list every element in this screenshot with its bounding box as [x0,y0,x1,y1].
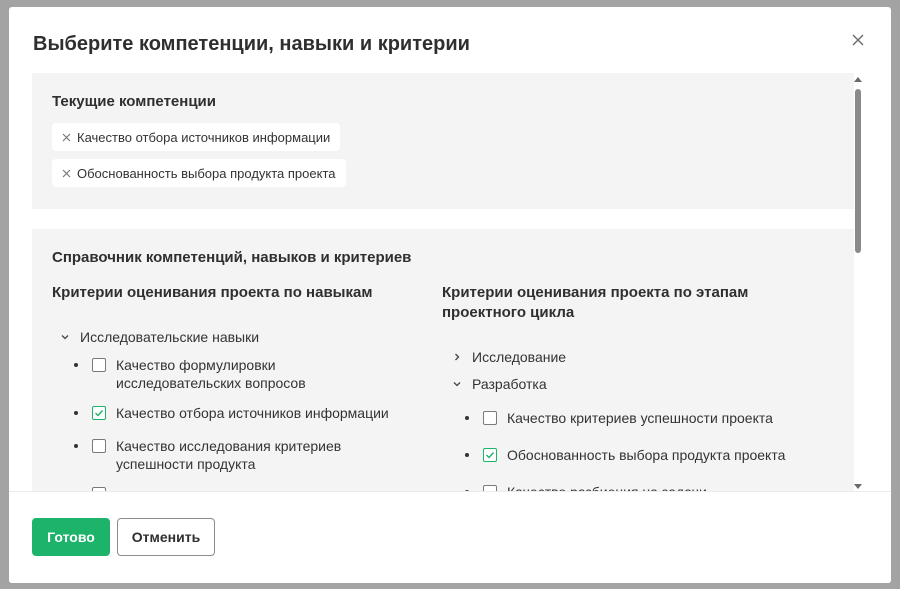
close-icon [62,169,70,177]
catalog-panel: Справочник компетенций, навыков и критер… [32,229,854,491]
stages-criteria-heading: Критерии оценивания проекта по этапам пр… [442,284,749,321]
criterion-label: Качество критериев успешности проекта [507,410,773,426]
tree-group-label: Разработка [472,376,547,392]
criterion-checkbox[interactable] [92,439,106,453]
competency-modal: Выберите компетенции, навыки и критерии … [9,7,891,583]
remove-chip-button[interactable] [60,167,72,179]
tree-group-research[interactable]: Исследование [450,349,566,365]
criterion-checkbox[interactable] [483,411,497,425]
checkmark-icon [486,452,495,459]
modal-title: Выберите компетенции, навыки и критерии [33,33,470,55]
criterion-item: Качество исследования критериев успешнос… [74,437,396,473]
tree-group-label: Исследование [472,349,567,365]
criterion-checkbox[interactable] [483,448,497,462]
current-competencies-panel: Текущие компетенции Качество отбора исто… [32,73,854,209]
skills-criteria-heading: Критерии оценивания проекта по навыкам [52,284,373,301]
tree-group-development[interactable]: Разработка [450,376,547,392]
bullet [465,416,469,420]
criterion-label: Качество разбиения на задачи [507,483,787,491]
chevron-right-icon[interactable] [450,350,464,364]
modal-scroll-area[interactable]: Текущие компетенции Качество отбора исто… [32,73,854,491]
current-competencies-heading: Текущие компетенции [52,93,216,110]
done-button[interactable]: Готово [32,518,110,556]
tree-group-research-skills[interactable]: Исследовательские навыки [58,329,259,345]
bullet [74,411,78,415]
criterion-checkbox[interactable] [92,406,106,420]
criterion-label: Качество исследования критериев успешнос… [116,438,342,472]
competency-chip: Качество отбора источников информации [52,123,341,151]
cancel-button[interactable]: Отменить [117,518,215,556]
competency-chip: Обоснованность выбора продукта проекта [52,159,346,187]
scrollbar[interactable] [852,77,864,489]
criterion-label: Обоснованность выбора продукта проекта [507,447,786,463]
chevron-down-icon[interactable] [450,377,464,391]
criterion-item: Обоснованность выбора продукта проекта [465,446,787,464]
close-icon [852,34,864,46]
close-icon [62,133,70,141]
remove-chip-button[interactable] [60,131,72,143]
checkmark-icon [95,410,104,417]
chip-label: Обоснованность выбора продукта проекта [77,165,336,181]
criterion-item: Качество формулировки исследовательских … [74,356,396,392]
chip-label: Качество отбора источников информации [77,129,331,145]
criterion-item: Качество отбора источников информации [74,404,396,422]
criterion-item: Качество разбиения на задачи [465,483,787,491]
modal-footer: Готово Отменить [9,491,891,583]
chevron-down-icon[interactable] [58,330,72,344]
criterion-label: Качество формулировки исследовательских … [116,357,306,391]
close-button[interactable] [847,29,869,51]
criterion-label: Качество отбора источников информации [116,405,389,421]
tree-group-label: Исследовательские навыки [80,329,260,345]
bullet [465,453,469,457]
bullet [74,444,78,448]
scroll-thumb[interactable] [855,89,861,253]
criterion-checkbox[interactable] [92,358,106,372]
scroll-up-icon[interactable] [854,77,862,82]
bullet [74,363,78,367]
scroll-down-icon[interactable] [854,484,862,489]
criterion-item: Качество критериев успешности проекта [465,409,787,427]
catalog-heading: Справочник компетенций, навыков и критер… [52,249,412,266]
